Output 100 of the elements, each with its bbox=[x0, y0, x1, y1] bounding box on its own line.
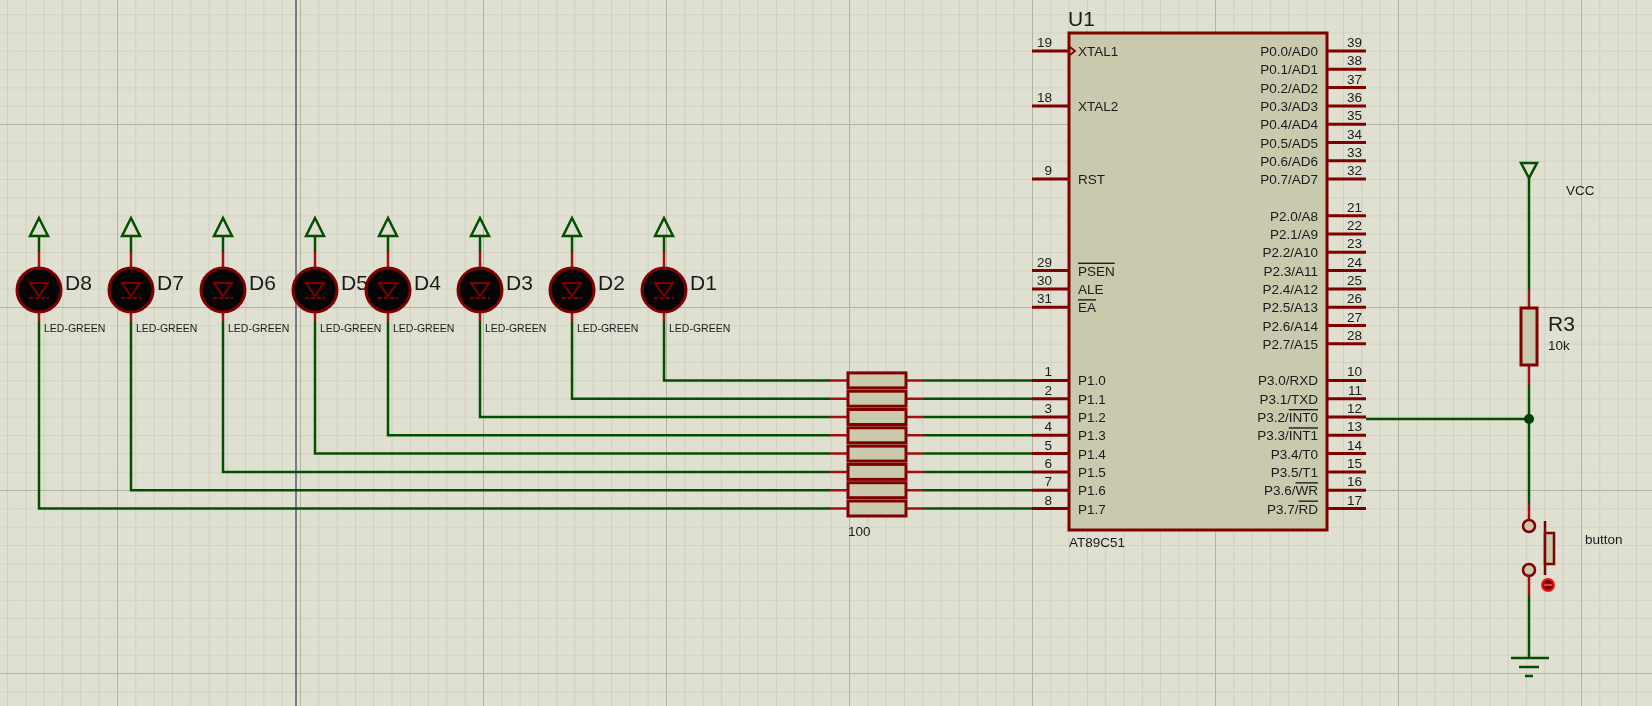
pin-lead bbox=[1328, 433, 1366, 437]
pin-lead bbox=[1328, 507, 1366, 510]
pin-lead bbox=[1328, 159, 1366, 163]
pin-label: P2.0/A8 bbox=[1269, 208, 1318, 224]
pin-number: 21 bbox=[1346, 199, 1362, 215]
power-terminal bbox=[561, 215, 583, 254]
pin-lead bbox=[1328, 305, 1366, 309]
pin-label: XTAL1 bbox=[1078, 44, 1119, 59]
pin-number: 15 bbox=[1346, 455, 1362, 471]
power-terminal bbox=[304, 215, 326, 254]
ground-symbol bbox=[1509, 656, 1551, 678]
pin-number: 6 bbox=[1044, 455, 1052, 471]
pin-number: 17 bbox=[1346, 492, 1362, 508]
pin-lead bbox=[1328, 49, 1366, 53]
pin-number: 36 bbox=[1346, 89, 1362, 105]
pin-lead bbox=[1032, 488, 1068, 492]
pin-lead bbox=[1032, 269, 1068, 273]
pin-label: P1.0 bbox=[1078, 373, 1106, 389]
pin-lead bbox=[1032, 177, 1068, 181]
led-reference: D4 bbox=[414, 271, 441, 294]
pin-number: 27 bbox=[1346, 309, 1362, 325]
power-terminal bbox=[212, 215, 234, 254]
pin-label: P0.2/AD2 bbox=[1260, 80, 1318, 96]
power-terminal bbox=[120, 215, 142, 254]
pin-label: P0.0/AD0 bbox=[1260, 44, 1318, 59]
pin-lead bbox=[1328, 397, 1366, 401]
led-value: LED-GREEN bbox=[577, 322, 639, 334]
pin-lead bbox=[1328, 324, 1366, 327]
pin-lead bbox=[1328, 232, 1366, 236]
led-reference: D6 bbox=[249, 271, 276, 294]
pin-number: 25 bbox=[1346, 272, 1362, 288]
pin-number: 1 bbox=[1044, 364, 1052, 380]
pin-number: 7 bbox=[1044, 474, 1052, 490]
pin-label: P3.2/INT0 bbox=[1257, 410, 1318, 425]
pin-label: P2.7/A15 bbox=[1262, 336, 1318, 352]
pin-number: 3 bbox=[1044, 401, 1052, 416]
pin-number: 26 bbox=[1346, 291, 1362, 307]
pin-number: 2 bbox=[1044, 382, 1052, 398]
pin-lead bbox=[1328, 214, 1366, 218]
pin-number: 39 bbox=[1346, 35, 1362, 50]
pin-lead bbox=[1032, 49, 1068, 53]
led-value: LED-GREEN bbox=[320, 322, 382, 334]
resistor-reference: R3 bbox=[1548, 312, 1575, 335]
led-value: LED-GREEN bbox=[44, 322, 106, 334]
pin-number: 10 bbox=[1346, 364, 1362, 380]
pin-lead bbox=[1032, 452, 1068, 456]
power-terminal bbox=[28, 215, 50, 254]
power-terminal bbox=[469, 215, 491, 254]
pin-label: EA bbox=[1078, 300, 1096, 316]
pin-lead bbox=[1328, 488, 1366, 492]
pin-label: PSEN bbox=[1078, 263, 1115, 279]
pin-lead bbox=[1032, 470, 1068, 474]
pin-label: P2.2/A10 bbox=[1262, 245, 1318, 261]
led-reference: D1 bbox=[690, 271, 717, 294]
pin-label: XTAL2 bbox=[1078, 98, 1119, 114]
pin-lead bbox=[1032, 104, 1068, 108]
switch-label: button bbox=[1585, 532, 1623, 547]
pin-lead bbox=[1328, 86, 1366, 90]
pin-label: P3.6/WR bbox=[1263, 483, 1318, 499]
pin-number: 22 bbox=[1346, 218, 1362, 233]
pin-number: 9 bbox=[1044, 163, 1052, 179]
pin-lead bbox=[1328, 177, 1366, 181]
pin-number: 16 bbox=[1346, 474, 1362, 490]
pin-lead bbox=[1032, 397, 1068, 401]
pin-label: P1.1 bbox=[1078, 391, 1106, 407]
pin-label: P0.7/AD7 bbox=[1260, 172, 1318, 188]
pin-label: P2.1/A9 bbox=[1269, 227, 1318, 242]
pin-label: P1.7 bbox=[1078, 501, 1106, 517]
resistor-value: 10k bbox=[1548, 338, 1570, 353]
pin-lead bbox=[1328, 342, 1366, 346]
pin-number: 23 bbox=[1346, 236, 1362, 252]
pin-label: P1.6 bbox=[1078, 483, 1106, 499]
led-value: LED-GREEN bbox=[228, 322, 290, 334]
pin-label: P1.2 bbox=[1078, 410, 1106, 425]
pin-number: 24 bbox=[1346, 254, 1362, 270]
pin-number: 37 bbox=[1346, 71, 1362, 87]
pin-lead bbox=[1032, 415, 1068, 419]
led-value: LED-GREEN bbox=[669, 322, 731, 334]
led-value: LED-GREEN bbox=[136, 322, 198, 334]
pin-number: 34 bbox=[1346, 126, 1362, 142]
pin-number: 11 bbox=[1348, 382, 1362, 398]
pin-number: 35 bbox=[1346, 108, 1362, 124]
pin-label: P1.5 bbox=[1078, 464, 1106, 480]
pin-label: P3.7/RD bbox=[1266, 501, 1318, 517]
led-reference: D7 bbox=[157, 271, 184, 294]
led-value: LED-GREEN bbox=[485, 322, 547, 334]
pin-label: P2.3/A11 bbox=[1263, 263, 1318, 279]
led-value: LED-GREEN bbox=[393, 322, 455, 334]
pin-number: 33 bbox=[1346, 144, 1362, 160]
pin-label: P2.4/A12 bbox=[1262, 281, 1318, 297]
pin-label: P0.3/AD3 bbox=[1260, 98, 1318, 114]
pin-lead bbox=[1032, 378, 1068, 382]
resistor-value: 100 bbox=[848, 524, 871, 539]
pin-lead bbox=[1328, 415, 1366, 419]
toggle-handle-icon[interactable] bbox=[1541, 578, 1555, 592]
pin-label: P3.1/TXD bbox=[1259, 391, 1318, 407]
pin-number: 30 bbox=[1036, 272, 1052, 288]
pin-label: P3.5/T1 bbox=[1270, 464, 1318, 480]
pin-lead bbox=[1328, 141, 1366, 144]
pin-lead bbox=[1328, 67, 1366, 71]
